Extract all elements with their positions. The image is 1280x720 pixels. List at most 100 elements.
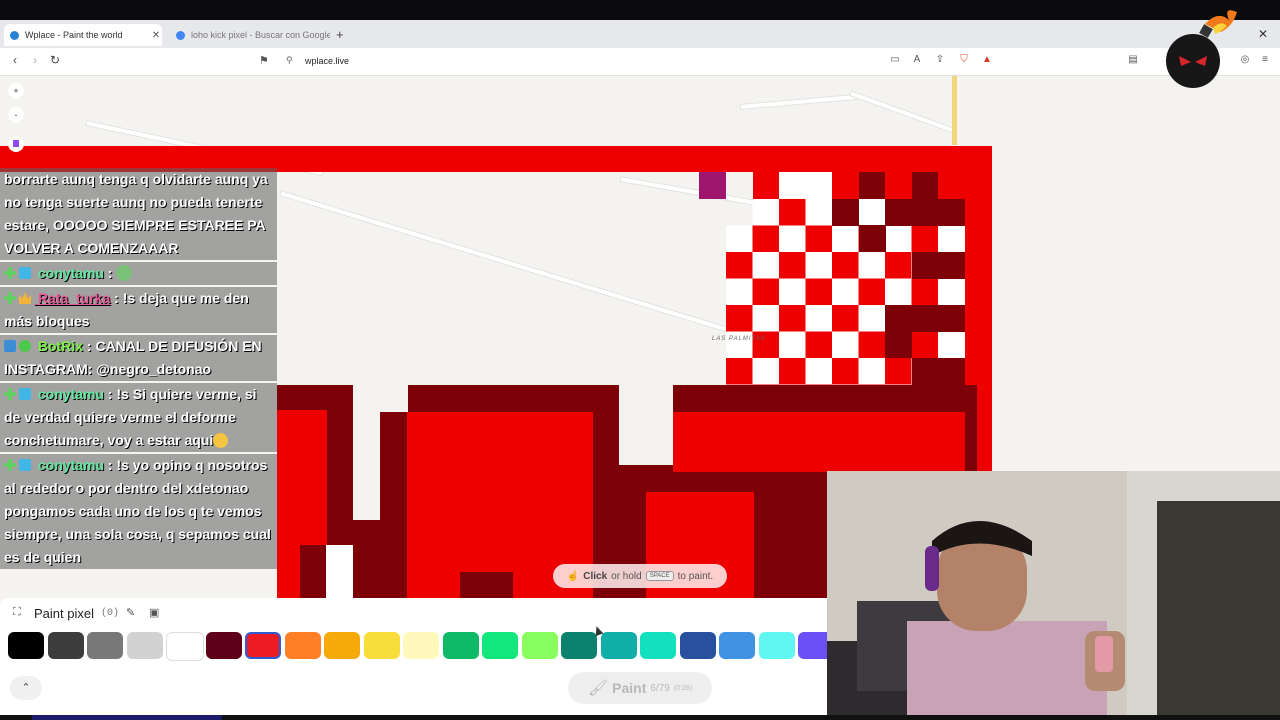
tab-google[interactable]: loho kick pixel - Buscar con Google — [170, 24, 330, 46]
color-swatch[interactable] — [87, 632, 123, 659]
brave-shield-icon[interactable]: ⛉ — [957, 54, 971, 65]
color-swatch[interactable] — [640, 632, 676, 659]
new-tab-button[interactable]: + — [336, 27, 344, 42]
chat-badge-icon — [4, 388, 16, 400]
checker-pixel — [832, 252, 859, 279]
checker-pixel — [832, 225, 859, 253]
checker-pixel — [832, 172, 859, 199]
checker-pixel — [911, 331, 939, 359]
brush-icon: 🖌 — [587, 680, 609, 697]
site-info-icon[interactable]: ⚲ — [286, 55, 293, 66]
checker-pixel — [858, 278, 886, 306]
rewards-icon[interactable]: ▲ — [980, 54, 994, 65]
pencil-icon[interactable]: ✎ — [126, 606, 135, 619]
color-swatch[interactable] — [442, 632, 479, 659]
color-swatch[interactable] — [126, 632, 163, 659]
color-swatch[interactable] — [600, 632, 637, 659]
checker-pixel — [911, 225, 939, 253]
dark-pixel — [938, 305, 965, 332]
bookmark-icon[interactable]: ⚑ — [259, 54, 269, 67]
emoji-icon — [213, 433, 229, 448]
dark-pixel — [885, 331, 912, 358]
checker-pixel — [779, 199, 806, 226]
dark-region — [754, 492, 827, 598]
color-swatch[interactable] — [758, 632, 795, 659]
color-swatch[interactable] — [719, 632, 755, 659]
dark-region — [300, 545, 326, 598]
reload-icon[interactable]: ↻ — [48, 53, 62, 67]
paint-panel-title: Paint pixel — [34, 606, 94, 621]
paint-button-timer: (0:26) — [673, 684, 693, 692]
url-field[interactable]: wplace.live — [305, 56, 349, 66]
map-place-label: LAS PALMITAS — [712, 336, 766, 342]
chat-badge-icon — [19, 459, 31, 471]
tab-title: loho kick pixel - Buscar con Google — [191, 30, 330, 40]
color-swatch[interactable] — [205, 632, 242, 659]
dark-pixel — [912, 199, 939, 226]
back-icon[interactable]: ‹ — [8, 53, 22, 67]
zoom-out-button[interactable]: - — [8, 107, 24, 123]
collapse-icon[interactable]: ⛶ — [13, 606, 21, 619]
image-icon[interactable]: ▣ — [149, 606, 159, 619]
checker-pixel — [859, 172, 886, 199]
chat-message: Rata_turka : !s deja que me den más bloq… — [0, 287, 277, 333]
checker-pixel — [752, 225, 780, 253]
dark-pixel — [832, 199, 859, 226]
menu-icon[interactable]: ≡ — [1258, 54, 1272, 65]
dark-pixel — [912, 358, 939, 385]
color-swatch[interactable] — [245, 632, 281, 659]
paint-button-count: 6/79 — [650, 682, 670, 694]
color-swatch[interactable] — [561, 632, 597, 659]
hint-to-paint: to paint. — [677, 570, 714, 582]
color-swatch[interactable] — [324, 632, 360, 659]
checker-pixel — [726, 278, 753, 306]
twitch-icon[interactable] — [8, 136, 24, 152]
white-pixel — [326, 545, 353, 598]
red-region — [673, 412, 965, 472]
paint-button[interactable]: 🖌 Paint 6/79 (0:26) — [568, 672, 712, 704]
color-swatch[interactable] — [403, 632, 439, 659]
close-icon[interactable]: ✕ — [150, 30, 162, 41]
checker-pixel — [858, 358, 886, 385]
checker-pixel — [885, 252, 912, 279]
checker-pixel — [858, 199, 886, 226]
chat-username: conytamu — [34, 457, 105, 473]
color-swatch[interactable] — [521, 632, 558, 659]
zoom-in-button[interactable]: + — [8, 83, 24, 99]
chat-message: borrarte aunq tenga q olvidarte aunq ya … — [0, 168, 277, 260]
sidebar-icon[interactable]: ▤ — [1126, 54, 1140, 65]
tab-title: Wplace - Paint the world — [25, 30, 123, 40]
chat-badge-icon — [19, 292, 31, 304]
cast-icon[interactable]: ▭ — [888, 54, 902, 65]
expand-chevron-button[interactable]: ⌃ — [10, 676, 42, 700]
checker-pixel — [885, 358, 912, 385]
window-close-icon[interactable]: ✕ — [1258, 27, 1268, 41]
dark-pixel — [938, 252, 965, 279]
checker-pixel — [858, 252, 886, 279]
dark-pixel — [938, 199, 965, 226]
color-swatch[interactable] — [679, 632, 716, 659]
chat-badge-icon — [4, 459, 16, 471]
chat-badge-icon — [19, 267, 31, 279]
checker-pixel — [753, 172, 780, 199]
color-swatch[interactable] — [284, 632, 321, 659]
translate-icon[interactable]: A — [910, 54, 924, 65]
address-bar — [0, 48, 1280, 76]
color-swatch[interactable] — [166, 632, 204, 661]
share-icon[interactable]: ⇪ — [933, 54, 947, 65]
color-swatch[interactable] — [363, 632, 400, 659]
tab-wplace[interactable]: Wplace - Paint the world ✕ — [4, 24, 162, 46]
checker-pixel — [938, 225, 965, 253]
hint-space-key: SPACE — [645, 571, 674, 581]
color-swatch[interactable] — [482, 632, 518, 659]
gap — [619, 385, 673, 465]
color-swatch[interactable] — [47, 632, 84, 659]
hand-icon: ☝ — [566, 570, 580, 582]
checker-pixel — [779, 305, 806, 332]
os-top-bar — [0, 0, 1280, 20]
stream-chat-overlay: borrarte aunq tenga q olvidarte aunq ya … — [0, 168, 277, 571]
paint-panel-count: (0) — [101, 608, 120, 619]
chat-message: conytamu : — [0, 262, 277, 285]
forward-icon[interactable]: › — [28, 53, 42, 67]
color-swatch[interactable] — [8, 632, 44, 659]
